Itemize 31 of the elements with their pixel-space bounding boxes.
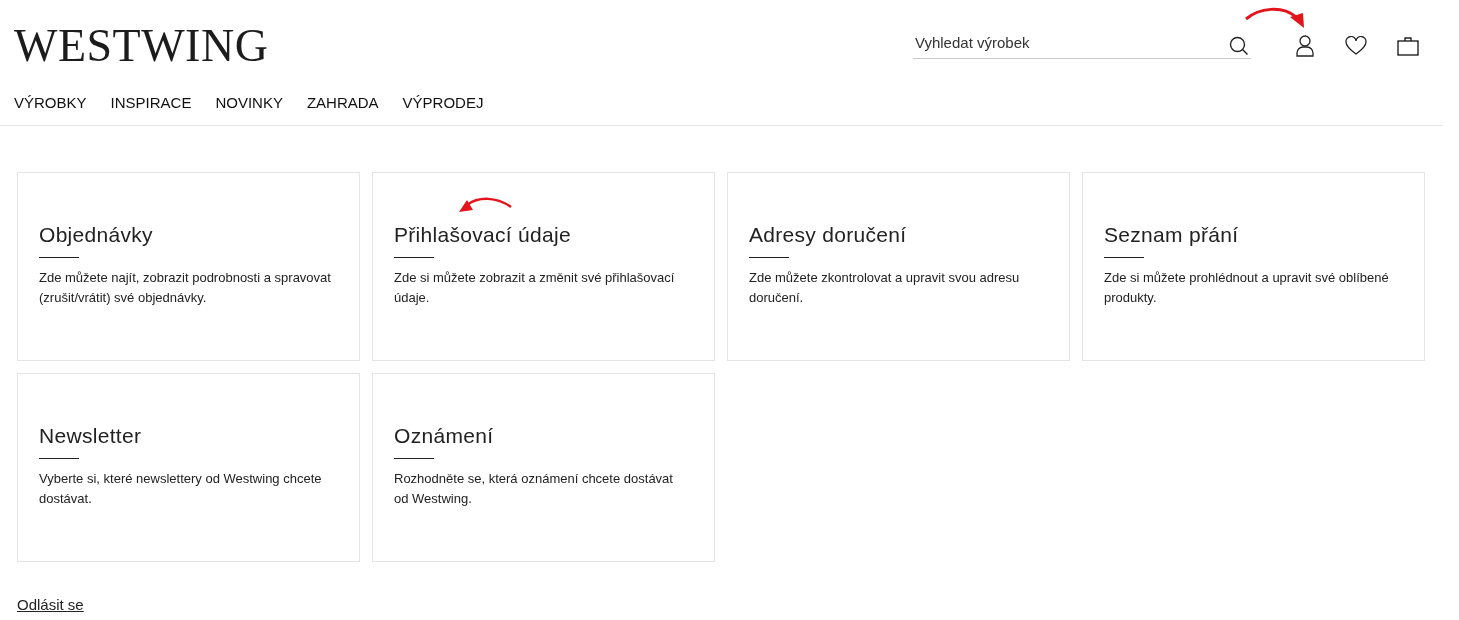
annotation-arrow bbox=[1244, 5, 1306, 29]
account-card[interactable]: Adresy doručení Zde můžete zkontrolovat a upravit svou adresu doručení. bbox=[727, 172, 1070, 361]
card-description: Vyberte si, které newslettery od Westwing chcete dostávat. bbox=[39, 470, 323, 508]
card-description: Zde si můžete prohlédnout a upravit své oblíbené produkty. bbox=[1104, 269, 1390, 307]
logout-link[interactable]: Odlásit se bbox=[17, 596, 84, 613]
bag-icon[interactable] bbox=[1397, 36, 1419, 56]
card-title: Přihlašovací údaje bbox=[394, 223, 572, 247]
nav-link[interactable]: INSPIRACE bbox=[110, 94, 192, 111]
nav-link[interactable]: VÝPRODEJ bbox=[402, 94, 484, 111]
card-description: Rozhodněte se, která oznámení chcete dostávat od Westwing. bbox=[394, 470, 674, 508]
nav-link[interactable]: ZAHRADA bbox=[306, 94, 379, 111]
card-title: Newsletter bbox=[39, 424, 143, 448]
account-card[interactable]: Objednávky Zde můžete najít, zobrazit podrobnosti a spravovat (zrušit/vrátit) své objednávky. bbox=[17, 172, 360, 361]
card-title: Adresy doručení bbox=[749, 223, 908, 247]
account-card[interactable]: Oznámení Rozhodněte se, která oznámení chcete dostávat od Westwing. bbox=[372, 373, 715, 562]
account-card[interactable]: Newsletter Vyberte si, které newslettery od Westwing chcete dostávat. bbox=[17, 373, 360, 562]
card-title: Seznam přání bbox=[1104, 223, 1240, 247]
card-description: Zde si můžete zobrazit a změnit své přihlašovací údaje. bbox=[394, 269, 676, 307]
card-title: Oznámení bbox=[394, 424, 495, 448]
logo[interactable]: WESTWING bbox=[14, 22, 269, 70]
account-card[interactable]: Přihlašovací údaje Zde si můžete zobrazit a změnit své přihlašovací údaje. bbox=[372, 172, 715, 361]
search-icon[interactable] bbox=[1229, 35, 1249, 56]
card-title: Objednávky bbox=[39, 223, 154, 247]
nav-link[interactable]: NOVINKY bbox=[215, 94, 283, 111]
heart-icon[interactable] bbox=[1345, 36, 1367, 56]
card-description: Zde můžete najít, zobrazit podrobnosti a spravovat (zrušit/vrátit) své objednávky. bbox=[39, 269, 331, 307]
nav-link[interactable]: VÝROBKY bbox=[14, 94, 87, 111]
annotation-arrow bbox=[457, 195, 513, 215]
card-description: Zde můžete zkontrolovat a upravit svou adresu doručení. bbox=[749, 269, 1021, 307]
account-card[interactable]: Seznam přání Zde si můžete prohlédnout a upravit své oblíbené produkty. bbox=[1082, 172, 1425, 361]
user-icon[interactable] bbox=[1295, 35, 1315, 57]
